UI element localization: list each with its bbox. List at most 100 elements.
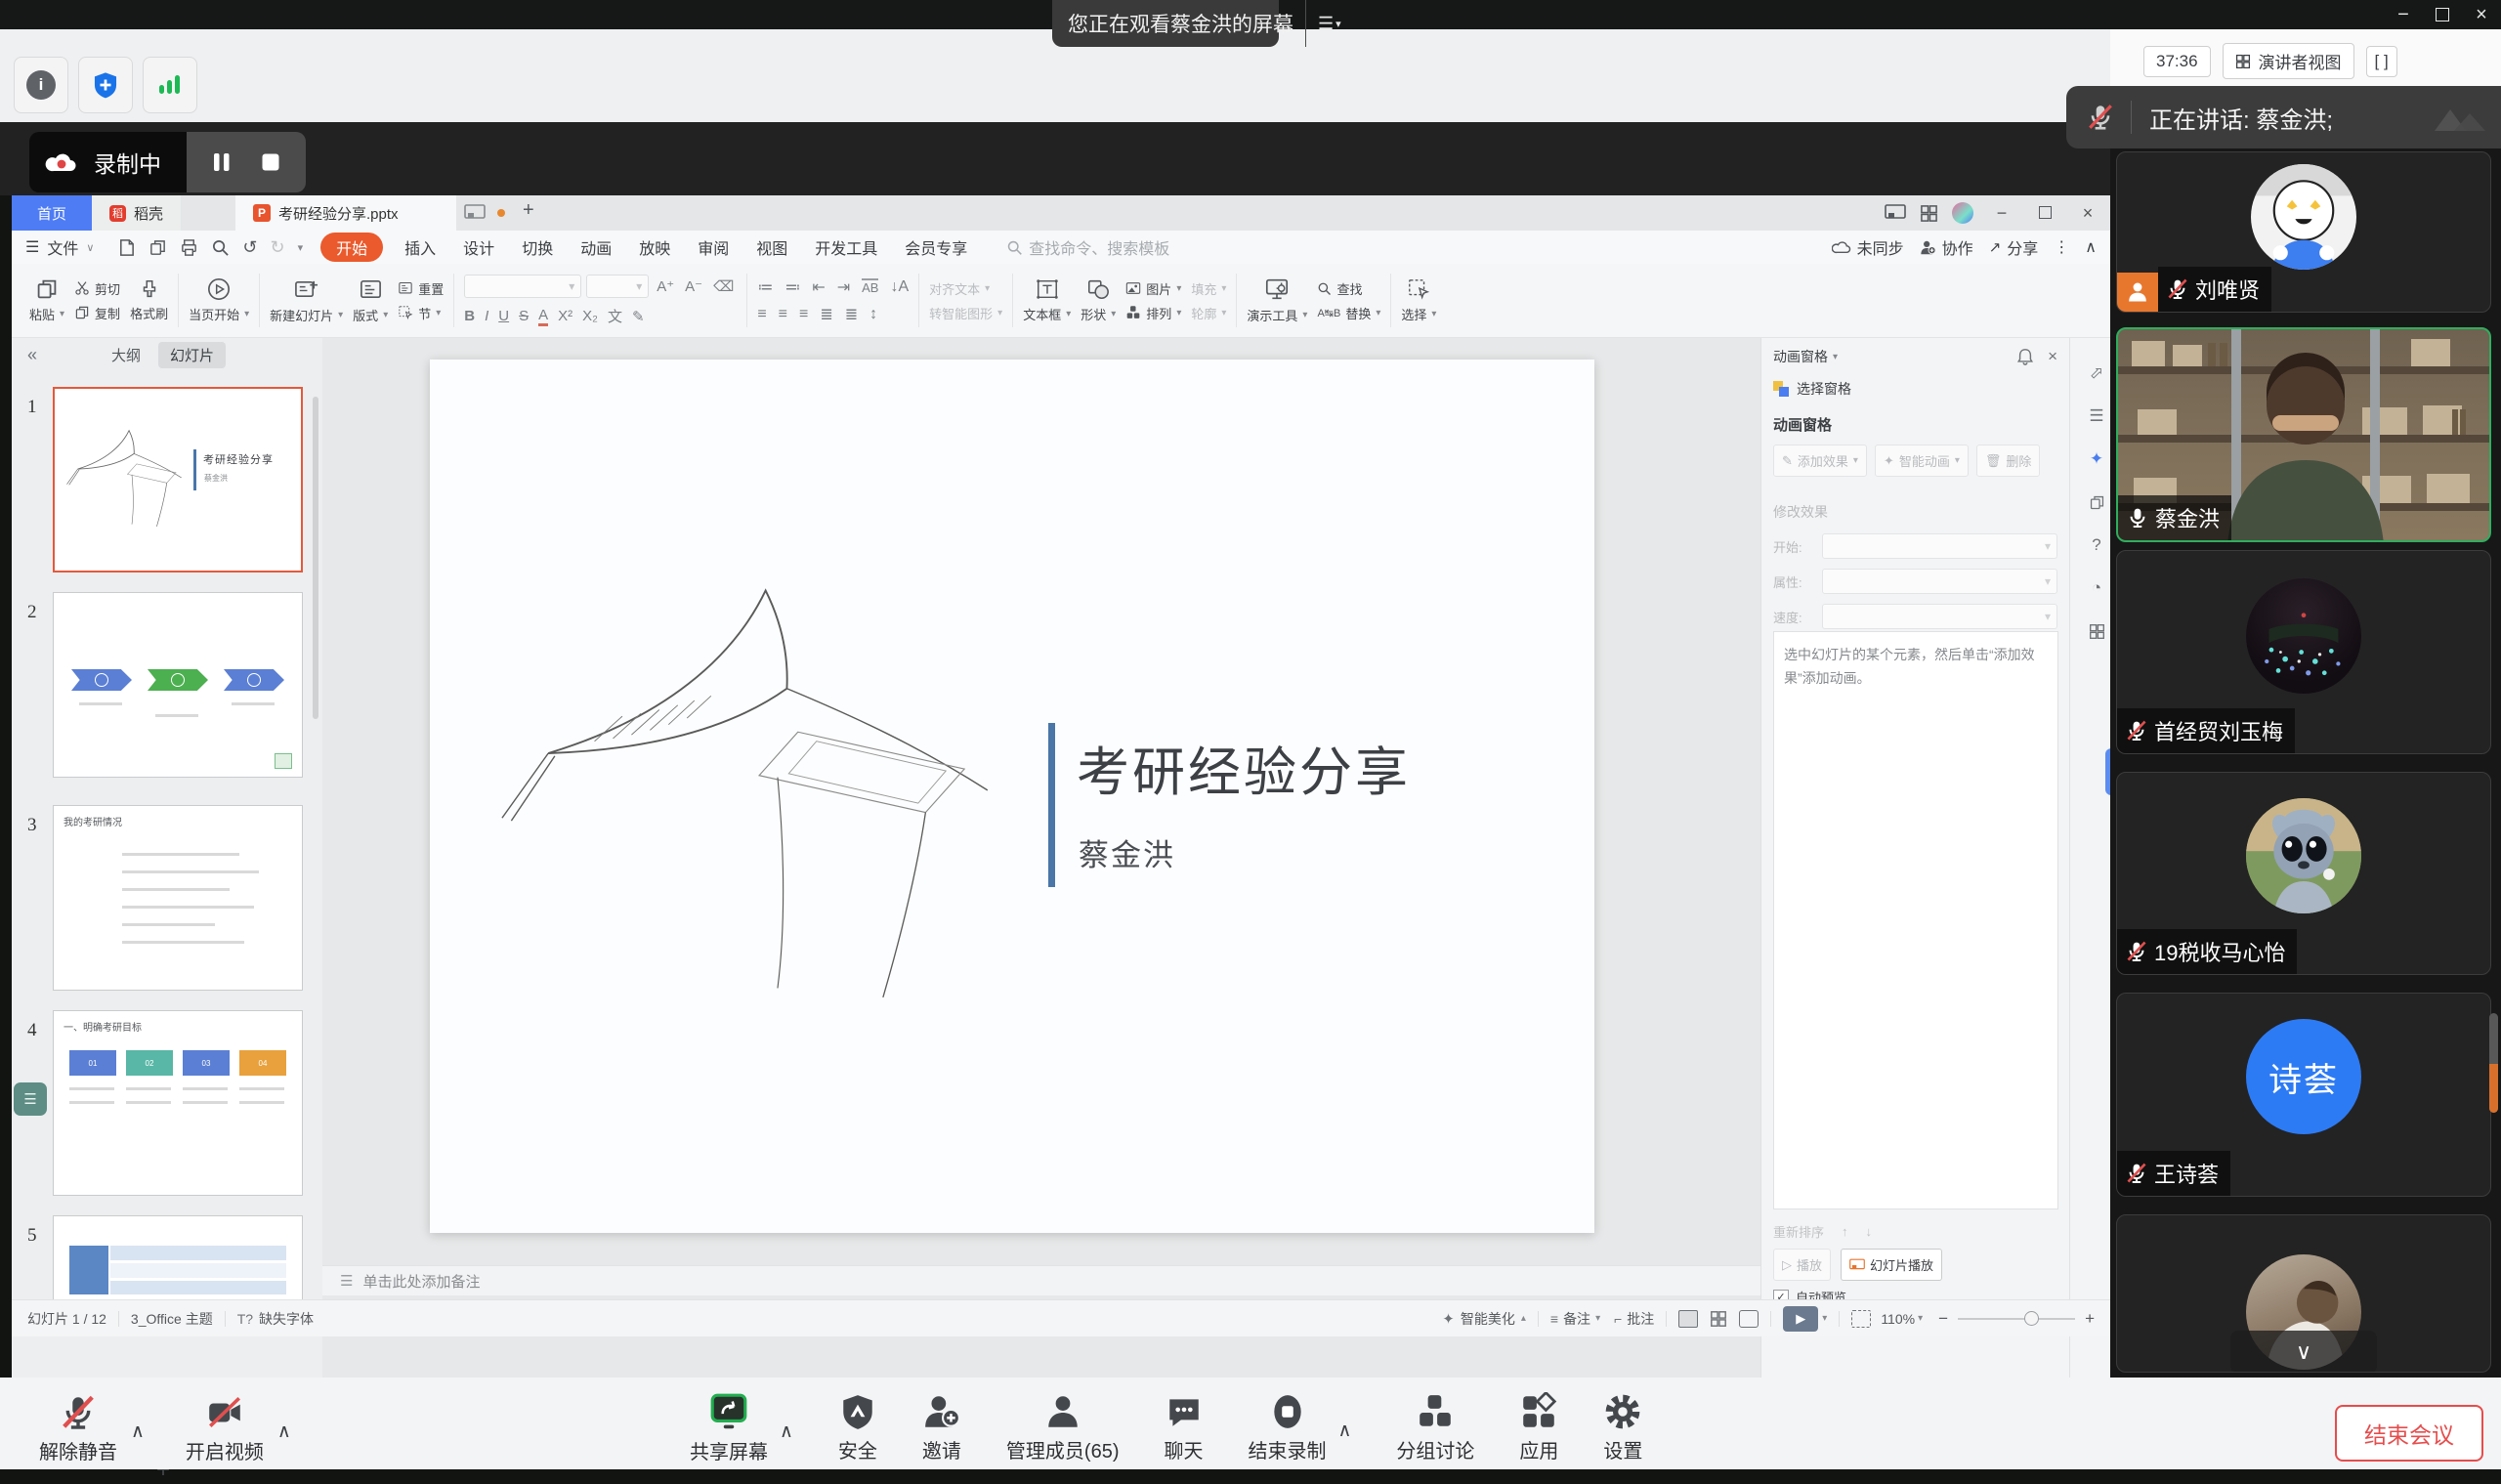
- superscript-button[interactable]: X²: [558, 308, 572, 324]
- smart-beautify-button[interactable]: ✦ 智能美化 ▴: [1442, 1309, 1526, 1329]
- menu-animation[interactable]: 动画: [567, 235, 625, 259]
- restore-button[interactable]: [2423, 0, 2462, 29]
- participant-tile[interactable]: ∨: [2116, 1214, 2491, 1373]
- slide-thumbnail-5[interactable]: [53, 1215, 303, 1309]
- minimize-button[interactable]: −: [2384, 0, 2423, 29]
- participant-tile-video[interactable]: 蔡金洪: [2116, 327, 2491, 542]
- stop-recording-button[interactable]: [259, 150, 282, 174]
- zoom-slider-handle[interactable]: [2024, 1311, 2039, 1326]
- font-size-select[interactable]: ▾: [586, 275, 649, 298]
- text-direction-button[interactable]: ↓A: [890, 278, 909, 296]
- strike-button[interactable]: S: [519, 308, 529, 324]
- theme-name[interactable]: 3_Office 主题: [131, 1309, 213, 1329]
- menu-start[interactable]: 开始: [320, 233, 383, 262]
- zoom-slider[interactable]: [1958, 1318, 2075, 1320]
- scroll-down-button[interactable]: ∨: [2230, 1331, 2377, 1373]
- collapse-ribbon-icon[interactable]: ∧: [2085, 237, 2097, 257]
- sidebar-scrollbar[interactable]: [2489, 1013, 2498, 1113]
- breakout-button[interactable]: 分组讨论: [1396, 1392, 1474, 1463]
- notes-toggle-button[interactable]: ≡备注▾: [1550, 1309, 1600, 1329]
- align-center-button[interactable]: ≡: [779, 306, 787, 323]
- slide-title[interactable]: 考研经验分享: [1077, 729, 1411, 806]
- banner-menu-button[interactable]: ☰ ▾: [1305, 0, 1353, 47]
- wps-close-button[interactable]: ×: [2073, 203, 2102, 224]
- wps-restore-button[interactable]: [2030, 203, 2059, 224]
- clear-format-button[interactable]: ⌫: [710, 277, 737, 295]
- select-pane-button[interactable]: 选择窗格: [1773, 373, 2057, 404]
- info-button[interactable]: i: [14, 57, 68, 113]
- distribute-button[interactable]: ≣: [845, 305, 858, 324]
- indent-decrease-button[interactable]: ⇤: [812, 277, 825, 297]
- settings-button[interactable]: 设置: [1603, 1392, 1642, 1463]
- panel-scrollbar[interactable]: [313, 397, 318, 719]
- command-search[interactable]: 查找命令、搜索模板: [1006, 235, 1169, 259]
- normal-view-button[interactable]: [1678, 1310, 1698, 1328]
- sorter-view-button[interactable]: [1710, 1310, 1727, 1328]
- align-left-button[interactable]: ≡: [757, 306, 766, 323]
- workspace-grid-icon[interactable]: [1920, 204, 1938, 223]
- menu-slideshow[interactable]: 放映: [625, 235, 684, 259]
- reorder-down-button[interactable]: ↓: [1866, 1224, 1873, 1239]
- underline-button[interactable]: U: [498, 308, 509, 324]
- slide-thumbnail-3[interactable]: 我的考研情况: [53, 805, 303, 991]
- decrease-font-button[interactable]: A⁻: [682, 277, 705, 295]
- section-button[interactable]: 节▾: [398, 304, 444, 322]
- font-family-select[interactable]: ▾: [464, 275, 581, 298]
- tab-outline[interactable]: 大纲: [111, 345, 141, 365]
- tab-docer[interactable]: 稻 稻壳: [92, 195, 181, 231]
- picture-button[interactable]: 图片▾: [1125, 279, 1181, 298]
- fit-window-button[interactable]: [1851, 1310, 1871, 1328]
- share-options-caret[interactable]: ∧: [780, 1420, 793, 1443]
- menu-design[interactable]: 设计: [449, 235, 508, 259]
- start-select[interactable]: ▾: [1822, 533, 2057, 559]
- participant-tile[interactable]: 刘唯贤: [2116, 151, 2491, 313]
- outline-button[interactable]: 轮廓▾: [1191, 304, 1226, 322]
- share-screen-button[interactable]: 共享屏幕: [690, 1391, 768, 1464]
- indent-increase-button[interactable]: ⇥: [837, 277, 850, 297]
- arrange-button[interactable]: 排列▾: [1125, 304, 1181, 322]
- notes-bar[interactable]: ☰ 单击此处添加备注: [322, 1265, 1760, 1295]
- textbox-button[interactable]: 文本框▾: [1023, 277, 1071, 323]
- shapes-button[interactable]: 形状▾: [1081, 277, 1116, 323]
- tab-slides[interactable]: 幻灯片: [158, 342, 226, 368]
- redo-icon[interactable]: ↻: [271, 237, 285, 258]
- paste-button[interactable]: 粘贴▾: [29, 277, 64, 323]
- zoom-out-button[interactable]: −: [1938, 1309, 1948, 1329]
- smart-graphic-button[interactable]: 转智能图形▾: [929, 304, 1002, 322]
- smart-animation-button[interactable]: ✦智能动画▾: [1875, 445, 1969, 477]
- comments-button[interactable]: ⌐批注: [1614, 1309, 1654, 1329]
- reading-view-button[interactable]: [1739, 1310, 1759, 1328]
- numbering-button[interactable]: ≕: [784, 277, 800, 297]
- wps-account-avatar[interactable]: [1952, 202, 1973, 224]
- video-options-caret[interactable]: ∧: [277, 1420, 291, 1443]
- export-icon[interactable]: [148, 238, 167, 257]
- layout-button[interactable]: 版式▾: [353, 277, 388, 324]
- end-meeting-button[interactable]: 结束会议: [2335, 1405, 2483, 1462]
- mic-options-caret[interactable]: ∧: [131, 1420, 145, 1443]
- wps-minimize-button[interactable]: −: [1987, 203, 2016, 224]
- participant-tile[interactable]: 首经贸刘玉梅: [2116, 550, 2491, 754]
- italic-button[interactable]: I: [485, 308, 488, 324]
- menu-transition[interactable]: 切换: [508, 235, 567, 259]
- font-color-button[interactable]: A: [538, 307, 548, 326]
- caret-icon[interactable]: ▾: [1833, 352, 1838, 362]
- menu-view[interactable]: 视图: [742, 235, 801, 259]
- apps-button[interactable]: 应用: [1519, 1392, 1558, 1463]
- slideshow-button[interactable]: ▶: [1783, 1306, 1818, 1332]
- speaker-view-button[interactable]: 演讲者视图: [2223, 43, 2354, 79]
- manage-members-button[interactable]: 管理成员(65): [1006, 1392, 1120, 1463]
- caret-icon[interactable]: ▾: [298, 241, 304, 254]
- record-options-caret[interactable]: ∧: [1338, 1420, 1352, 1442]
- participant-tile[interactable]: 诗荟 王诗荟: [2116, 993, 2491, 1197]
- align-right-button[interactable]: ≡: [799, 306, 808, 323]
- caret-icon[interactable]: ▾: [1822, 1313, 1827, 1324]
- slide-thumbnail-1[interactable]: 考研经验分享 蔡金洪: [53, 387, 303, 572]
- cloud-sync-status[interactable]: 未同步: [1832, 235, 1904, 259]
- tab-home[interactable]: 首页: [12, 195, 92, 231]
- collapse-panel-button[interactable]: «: [27, 345, 37, 365]
- bullets-button[interactable]: ≔: [757, 277, 773, 297]
- format-painter-button[interactable]: 格式刷: [130, 278, 168, 322]
- unmute-button[interactable]: 解除静音: [39, 1393, 117, 1464]
- cut-button[interactable]: 剪切: [74, 279, 120, 298]
- play-from-current-button[interactable]: 当页开始▾: [189, 277, 249, 323]
